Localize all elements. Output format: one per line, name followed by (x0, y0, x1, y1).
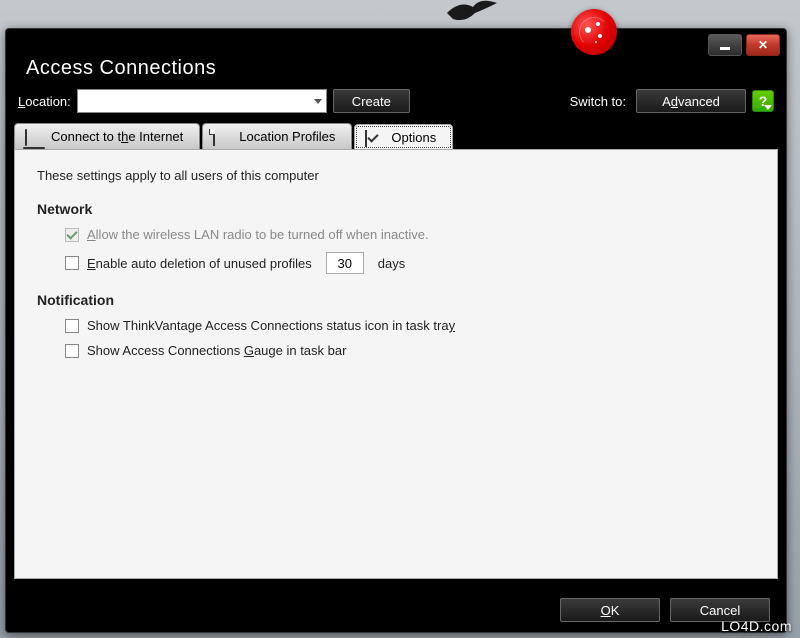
toolbar: Location: Create Switch to: Advanced ? (6, 81, 786, 121)
option-auto-delete: Enable auto deletion of unused profiles … (65, 252, 755, 274)
tab-options[interactable]: Options (354, 124, 453, 150)
option-allow-wlan-off: Allow the wireless LAN radio to be turne… (65, 227, 755, 242)
option-label: Allow the wireless LAN radio to be turne… (87, 227, 429, 242)
option-status-icon: Show ThinkVantage Access Connections sta… (65, 318, 755, 333)
switch-to-label: Switch to: (570, 94, 626, 109)
ok-button[interactable]: OK (560, 598, 660, 622)
advanced-button[interactable]: Advanced (636, 89, 746, 113)
days-input[interactable] (326, 252, 364, 274)
tab-location-profiles[interactable]: Location Profiles (202, 123, 352, 149)
tab-label: Options (391, 130, 436, 145)
checkbox-status-icon[interactable] (65, 319, 79, 333)
tab-bar: Connect to the Internet Location Profile… (6, 121, 786, 149)
document-icon (213, 130, 231, 144)
watermark: LO4D.com (721, 618, 792, 634)
create-button[interactable]: Create (333, 89, 410, 113)
option-gauge: Show Access Connections Gauge in task ba… (65, 343, 755, 358)
checkbox-allow-wlan (65, 228, 79, 242)
tab-label: Location Profiles (239, 129, 335, 144)
days-suffix: days (378, 256, 405, 271)
bird-silhouette (445, 0, 500, 25)
chevron-down-icon (314, 99, 322, 104)
option-label: Enable auto deletion of unused profiles (87, 256, 312, 271)
location-label: Location: (18, 94, 71, 109)
notification-heading: Notification (37, 292, 755, 308)
titlebar: Access Connections (6, 29, 786, 81)
intro-text: These settings apply to all users of thi… (37, 168, 755, 183)
network-heading: Network (37, 201, 755, 217)
laptop-icon (25, 130, 43, 144)
checkbox-auto-delete[interactable] (65, 256, 79, 270)
options-panel: These settings apply to all users of thi… (14, 149, 778, 579)
checkbox-gauge[interactable] (65, 344, 79, 358)
tab-connect-internet[interactable]: Connect to the Internet (14, 123, 200, 149)
help-icon[interactable]: ? (752, 90, 774, 112)
option-label: Show ThinkVantage Access Connections sta… (87, 318, 455, 333)
app-window: ✕ Access Connections Location: Create Sw… (5, 28, 787, 633)
location-combobox[interactable] (77, 89, 327, 113)
option-label: Show Access Connections Gauge in task ba… (87, 343, 346, 358)
tab-label: Connect to the Internet (51, 129, 183, 144)
checkbox-icon (365, 131, 383, 145)
window-title: Access Connections (26, 57, 216, 80)
